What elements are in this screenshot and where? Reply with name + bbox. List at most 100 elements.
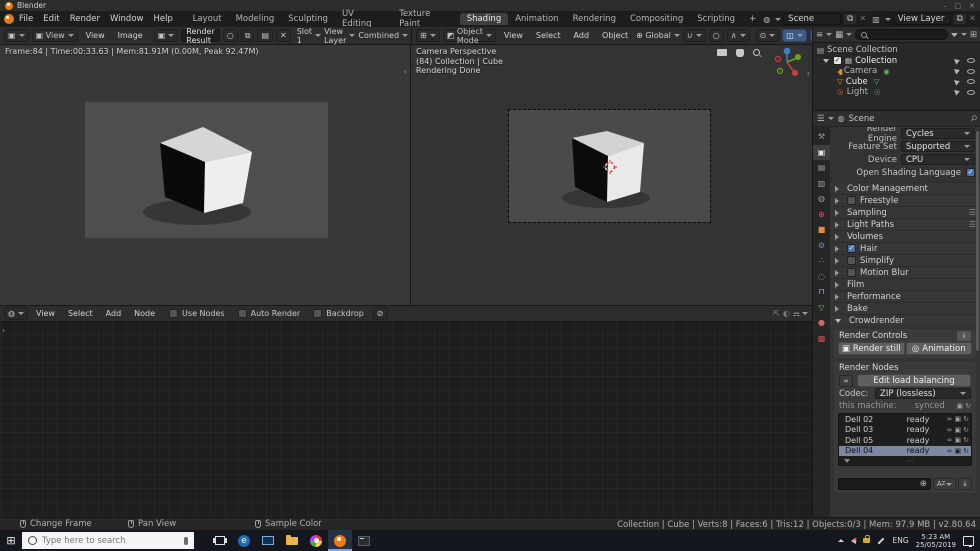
file-explorer-icon[interactable] [280,530,304,551]
sync-icon[interactable]: ↻ [963,436,969,444]
node-name-input[interactable]: ⊕ [838,478,931,490]
editor-type-shader-button[interactable]: ◍ [4,307,28,320]
scene-name-field[interactable]: Scene [783,13,842,25]
workspace-tab-shading[interactable]: Shading [459,13,509,25]
light-paths-presets-icon[interactable]: ☰ [969,220,976,229]
slot-dropdown[interactable]: Slot 1 [297,27,322,45]
workspace-tab-rendering[interactable]: Rendering [566,13,623,25]
outliner-display-mode-dropdown[interactable]: ▦ [835,30,853,40]
workspace-tab-animation[interactable]: Animation [508,13,565,25]
menu-window[interactable]: Window [105,14,149,24]
camera-select-icon[interactable] [954,67,961,75]
language-indicator[interactable]: ENG [892,536,908,545]
new-scene-button[interactable]: ⧉ [843,13,858,25]
editor-type-properties-button[interactable]: ☰ [817,114,834,124]
taskbar-search-input[interactable] [42,535,160,546]
sync-icon[interactable]: ↻ [963,447,969,455]
tab-output[interactable]: ▤ [813,160,830,176]
panel-color-management[interactable]: Color Management [830,182,980,194]
panel-film[interactable]: Film [830,278,980,290]
outliner-row-camera[interactable]: ◂▮ Camera ◉ [813,66,980,77]
image-editor-body[interactable]: Frame:84 | Time:00:33.63 | Mem:81.91M (0… [0,45,411,305]
link-icon[interactable]: ∞ [947,447,953,455]
node-row-dell02[interactable]: Dell 02 ready ∞ ▣ ↻ [839,414,971,425]
tab-constraints[interactable]: ⊓ [813,284,830,300]
motion-blur-checkbox[interactable] [847,268,856,277]
zoom-camera-icon[interactable] [717,49,727,56]
lock-icon[interactable] [863,535,871,543]
edit-load-balancing-button[interactable]: Edit load balancing [857,374,971,387]
device-dropdown[interactable]: CPU [901,154,975,165]
camera-visibility-icon[interactable] [967,68,975,74]
viewport-sidebar-toggle[interactable]: ‹ [807,69,810,78]
minimize-button[interactable]: – [943,2,947,10]
editor-type-outliner-button[interactable]: ≡ [816,30,833,40]
browse-image-dropdown[interactable]: ▣ [153,29,179,42]
panel-crowdrender[interactable]: Crowdrender [830,314,980,326]
outliner-filter-dropdown[interactable] [950,32,967,37]
machine-render-icon[interactable]: ▣ [957,402,964,410]
tab-material[interactable]: ● [813,315,830,331]
list-collapse-icon[interactable] [844,458,850,463]
mode-dropdown[interactable]: ◩ Object Mode [442,27,496,45]
workspace-tab-compositing[interactable]: Compositing [623,13,690,25]
link-icon[interactable]: ∞ [947,415,953,423]
navigation-gizmo[interactable] [771,46,803,78]
viewport-view-menu[interactable]: View [499,31,528,40]
microphone-icon[interactable] [184,536,188,545]
auto-render-toggle[interactable]: Auto Render [237,309,300,318]
collection-select-icon[interactable] [954,57,961,65]
animation-button[interactable]: ◎ Animation [905,342,972,355]
outliner-search[interactable] [855,29,948,40]
panel-performance[interactable]: Performance [830,290,980,302]
render-node-icon[interactable]: ▣ [955,426,962,434]
collection-checkbox[interactable]: ✓ [833,56,842,66]
view-layer-name-field[interactable]: View Layer [892,13,951,25]
tab-view-layer[interactable]: ▥ [813,176,830,192]
render-engine-dropdown[interactable]: Cycles [901,128,975,139]
outliner-row-collection[interactable]: ✓ ▦ Collection [813,56,980,67]
blender-taskbar-icon[interactable] [328,530,352,551]
blender-menu-icon[interactable] [4,14,14,24]
panel-hair[interactable]: ✓ Hair [830,242,980,254]
node-view-menu[interactable]: View [31,309,60,318]
add-workspace-button[interactable]: + [742,13,763,25]
link-icon[interactable]: ∞ [947,426,953,434]
layer-dropdown[interactable]: View Layer [324,27,356,45]
node-toolbar-toggle[interactable]: › [2,326,5,335]
link-icon[interactable]: ∞ [947,436,953,444]
browser-icon[interactable] [304,530,328,551]
terminal-app-icon[interactable] [352,530,376,551]
falloff-dropdown[interactable]: ∧ [726,29,750,42]
render-still-button[interactable]: ▣ Render still [838,342,905,355]
menu-edit[interactable]: Edit [38,14,64,24]
node-row-dell03[interactable]: Dell 03 ready ∞ ▣ ↻ [839,425,971,436]
outliner-search-input[interactable] [870,30,942,39]
image-mode-dropdown[interactable]: ▣ View [31,29,78,42]
node-row-dell04[interactable]: Dell 04 ready ∞ ▣ ↻ [839,445,971,456]
pen-icon[interactable] [877,536,886,545]
node-select-menu[interactable]: Select [63,309,98,318]
tray-chevron-up-icon[interactable] [838,539,845,542]
panel-sampling[interactable]: Sampling ☰ [830,206,980,218]
sync-icon[interactable]: ↻ [963,415,969,423]
osl-checkbox[interactable]: ✓ [966,168,975,177]
editor-type-3d-button[interactable]: ⊞ [416,29,440,42]
tab-object-data[interactable]: ▽ [813,300,830,316]
outliner-row-scene-collection[interactable]: ▤ Scene Collection [813,45,980,56]
start-button[interactable]: ⊞ [0,530,22,551]
use-nodes-toggle[interactable]: Use Nodes [169,309,225,318]
simplify-checkbox[interactable] [847,256,856,265]
pin-id-icon[interactable]: ⚲ [967,113,978,124]
show-gizmo-dropdown[interactable]: ⊙ [755,29,780,42]
viewport-add-menu[interactable]: Add [569,31,595,40]
render-node-icon[interactable]: ▣ [955,415,962,423]
add-node-icon[interactable]: ⊕ [920,479,927,489]
new-view-layer-button[interactable]: ⧉ [952,13,967,25]
pin-image-icon[interactable]: ○ [222,29,238,42]
light-select-icon[interactable] [954,88,961,96]
sampling-presets-icon[interactable]: ☰ [969,208,976,217]
list-grip[interactable]: ⋯ [854,457,966,465]
edge-browser-icon[interactable]: e [232,530,256,551]
info-button[interactable]: i [957,330,971,341]
